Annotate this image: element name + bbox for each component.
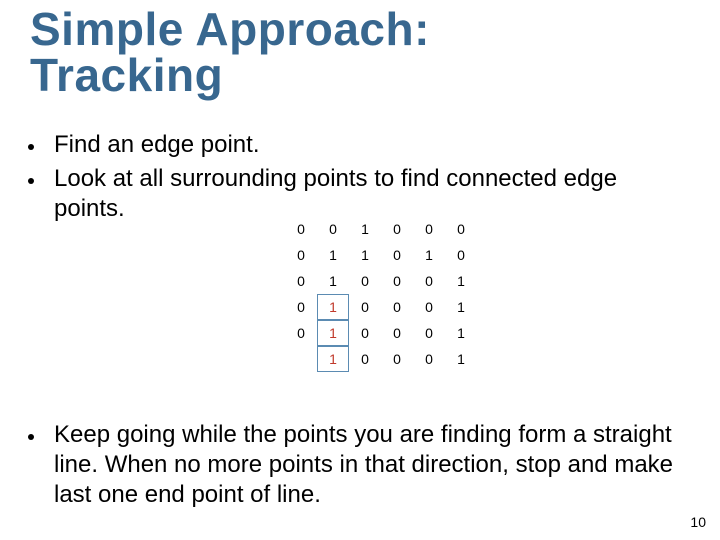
matrix-cell: 1 bbox=[349, 242, 381, 268]
matrix-cell: 1 bbox=[445, 294, 477, 320]
bullet-item: Look at all surrounding points to find c… bbox=[28, 164, 688, 224]
matrix-cell: 1 bbox=[445, 346, 477, 372]
page-number: 10 bbox=[690, 514, 706, 530]
matrix-cell: 0 bbox=[285, 294, 317, 320]
matrix-cell: 1 bbox=[413, 242, 445, 268]
matrix-cell: 0 bbox=[349, 346, 381, 372]
matrix-cell: 1 bbox=[445, 320, 477, 346]
bullet-block-top: Find an edge point. Look at all surround… bbox=[28, 130, 688, 228]
matrix-cell: 0 bbox=[413, 346, 445, 372]
matrix-cell: 1 bbox=[317, 294, 349, 320]
matrix-row: 010001 bbox=[285, 268, 477, 294]
matrix-row: 001000 bbox=[285, 216, 477, 242]
bullet-dot-icon bbox=[28, 144, 34, 150]
matrix-row: 011010 bbox=[285, 242, 477, 268]
matrix-cell: 0 bbox=[413, 268, 445, 294]
slide-title: Simple Approach: Tracking bbox=[30, 6, 430, 98]
bullet-block-bottom: Keep going while the points you are find… bbox=[28, 420, 688, 514]
matrix-cell: 0 bbox=[285, 268, 317, 294]
matrix-cell: 0 bbox=[285, 242, 317, 268]
matrix-cell bbox=[285, 346, 317, 372]
matrix-cell: 0 bbox=[381, 320, 413, 346]
bullet-item: Find an edge point. bbox=[28, 130, 688, 160]
matrix-cell: 0 bbox=[381, 268, 413, 294]
matrix-cell: 0 bbox=[285, 320, 317, 346]
matrix-cell: 0 bbox=[317, 216, 349, 242]
matrix-cell: 1 bbox=[349, 216, 381, 242]
matrix-cell: 0 bbox=[381, 346, 413, 372]
matrix-cell: 0 bbox=[349, 268, 381, 294]
binary-matrix: 00100001101001000101000101000110001 bbox=[285, 216, 477, 372]
bullet-item: Keep going while the points you are find… bbox=[28, 420, 688, 510]
matrix-cell: 0 bbox=[285, 216, 317, 242]
matrix-cell: 0 bbox=[413, 320, 445, 346]
slide: Simple Approach: Tracking Find an edge p… bbox=[0, 0, 720, 540]
matrix-cell: 1 bbox=[317, 346, 349, 372]
bullet-dot-icon bbox=[28, 178, 34, 184]
bullet-text: Keep going while the points you are find… bbox=[54, 420, 688, 510]
matrix-cell: 0 bbox=[413, 216, 445, 242]
matrix-cell: 0 bbox=[445, 216, 477, 242]
matrix-row: 010001 bbox=[285, 320, 477, 346]
matrix-cell: 0 bbox=[381, 242, 413, 268]
matrix-cell: 0 bbox=[381, 216, 413, 242]
bullet-dot-icon bbox=[28, 434, 34, 440]
bullet-text: Find an edge point. bbox=[54, 130, 260, 160]
matrix-cell: 1 bbox=[317, 320, 349, 346]
title-line-1: Simple Approach: bbox=[30, 3, 430, 55]
matrix-row: 010001 bbox=[285, 294, 477, 320]
matrix-body: 00100001101001000101000101000110001 bbox=[285, 216, 477, 372]
bullet-text: Look at all surrounding points to find c… bbox=[54, 164, 688, 224]
matrix-cell: 0 bbox=[349, 320, 381, 346]
matrix-cell: 0 bbox=[349, 294, 381, 320]
title-line-2: Tracking bbox=[30, 49, 223, 101]
matrix-cell: 1 bbox=[445, 268, 477, 294]
matrix-cell: 1 bbox=[317, 242, 349, 268]
matrix-cell: 0 bbox=[445, 242, 477, 268]
matrix-cell: 1 bbox=[317, 268, 349, 294]
matrix-cell: 0 bbox=[381, 294, 413, 320]
matrix-row: 10001 bbox=[285, 346, 477, 372]
matrix-cell: 0 bbox=[413, 294, 445, 320]
